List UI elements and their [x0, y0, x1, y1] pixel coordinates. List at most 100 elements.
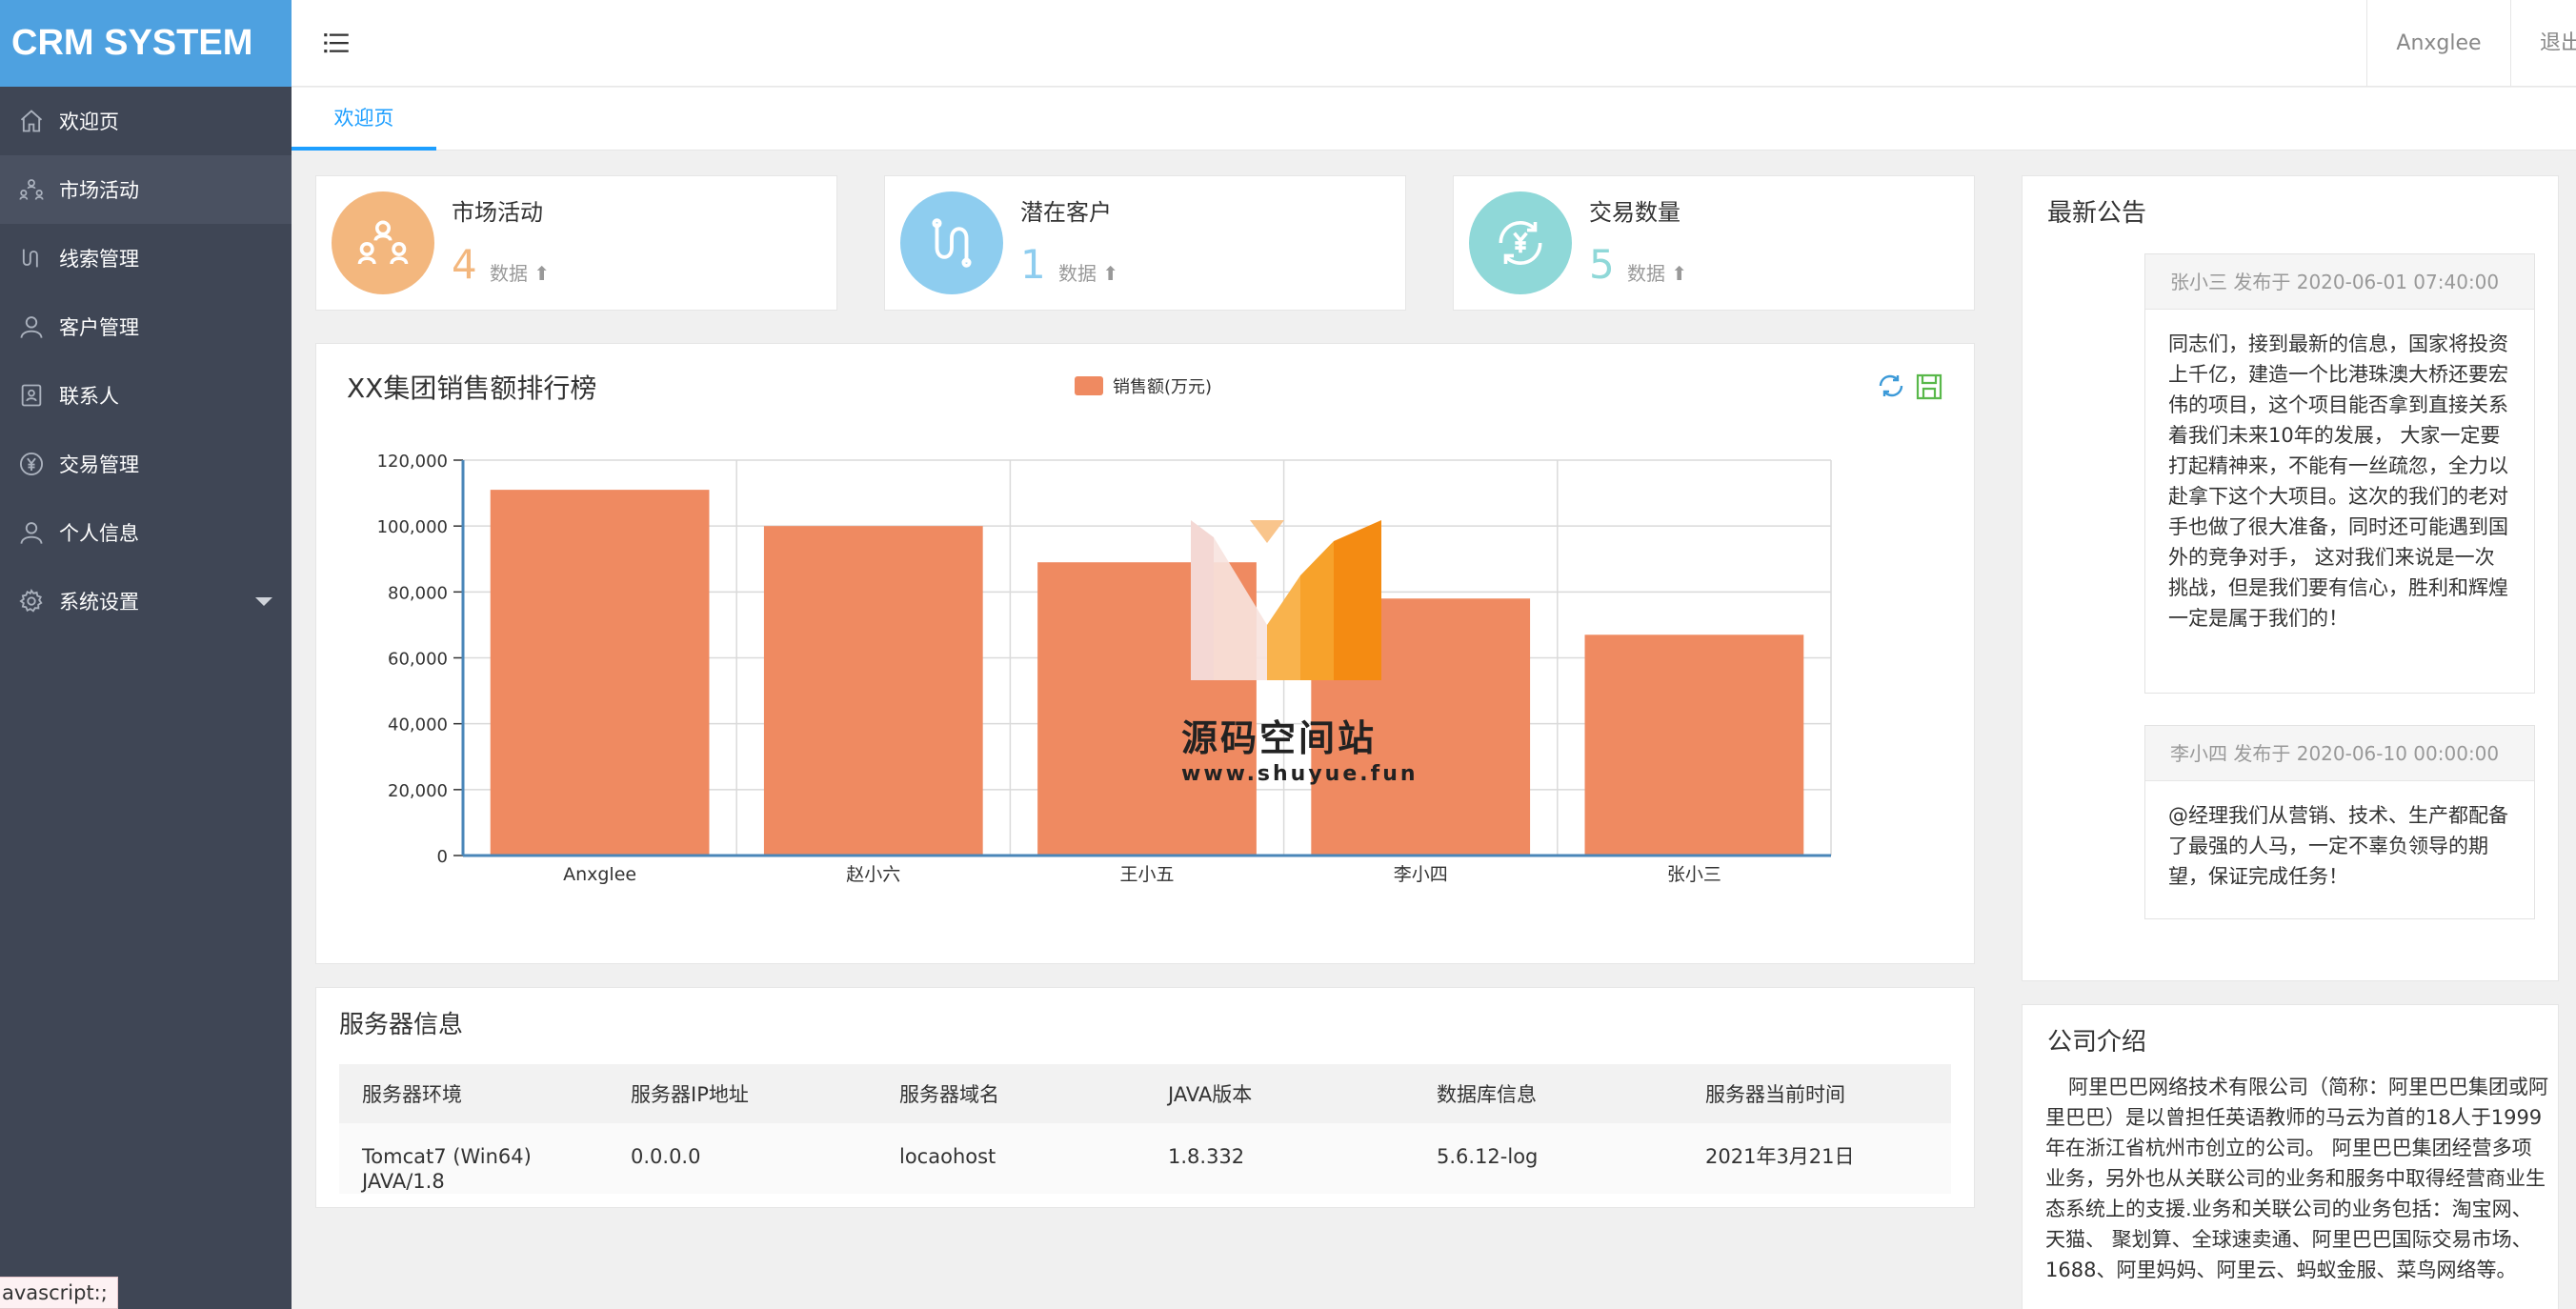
- watermark-url: www.shuyue.fun: [1181, 762, 1419, 786]
- notice-body: 同志们，接到最新的信息，国家将投资上千亿，建造一个比港珠澳大桥还要宏伟的项目，这…: [2168, 332, 2508, 630]
- stat-label-text: 数据: [1627, 262, 1665, 285]
- y-tick-label: 20,000: [388, 781, 448, 801]
- cell-text: Tomcat7 (Win64): [362, 1145, 532, 1168]
- table-cell: 5.6.12-log: [1414, 1123, 1682, 1194]
- arrow-up-icon: ⬆: [533, 262, 551, 285]
- sidebar: CRM SYSTEM 欢迎页 市场活动 线索管理 客户管理 联系人 交易管理 个…: [0, 0, 292, 1309]
- sidebar-item-clues[interactable]: 线索管理: [0, 224, 292, 292]
- user-icon: [17, 312, 46, 341]
- server-info-table: 服务器环境 服务器IP地址 服务器域名 JAVA版本 数据库信息 服务器当前时间…: [339, 1064, 1951, 1194]
- yuan-refresh-icon: [1469, 191, 1572, 294]
- sidebar-item-contacts[interactable]: 联系人: [0, 361, 292, 430]
- column-header: JAVA版本: [1145, 1064, 1414, 1123]
- stat-value: 5: [1589, 241, 1615, 288]
- sidebar-item-label: 个人信息: [59, 522, 139, 545]
- chart-title: XX集团销售额排行榜: [347, 373, 596, 404]
- x-tick-label: 张小三: [1667, 864, 1721, 885]
- stat-label-text: 数据: [490, 262, 528, 285]
- status-bar-url: avascript:;: [0, 1277, 118, 1309]
- server-info-card: 服务器信息 服务器环境 服务器IP地址 服务器域名 JAVA版本 数据库信息 服…: [315, 987, 1975, 1208]
- sidebar-item-label: 欢迎页: [59, 111, 119, 133]
- column-header: 服务器IP地址: [608, 1064, 876, 1123]
- notice-body: @经理我们从营销、技术、生产都配备了最强的人马，一定不辜负领导的期望，保证完成任…: [2168, 804, 2508, 888]
- user-icon: [17, 518, 46, 547]
- stat-value: 1: [1020, 241, 1046, 288]
- table-cell: Tomcat7 (Win64) JAVA/1.8: [339, 1123, 608, 1194]
- stat-label: 数据 ⬆: [1058, 258, 1118, 286]
- header-username[interactable]: Anxglee: [2366, 0, 2511, 87]
- sidebar-item-marketing[interactable]: 市场活动: [0, 155, 292, 224]
- sidebar-item-label: 客户管理: [59, 316, 139, 339]
- refresh-icon[interactable]: [1879, 374, 1903, 397]
- tab-bar: 欢迎页: [292, 88, 2576, 151]
- users-network-icon: [332, 191, 434, 294]
- logout-link[interactable]: 退出: [2540, 0, 2576, 87]
- x-tick-label: 赵小六: [846, 864, 900, 885]
- x-tick-label: 王小五: [1119, 864, 1174, 885]
- y-tick-label: 120,000: [377, 452, 448, 472]
- server-info-title: 服务器信息: [339, 1011, 464, 1039]
- notice-item[interactable]: 张小三 发布于 2020-06-01 07:40:00 同志们，接到最新的信息，…: [2144, 253, 2535, 694]
- sales-bar-chart: XX集团销售额排行榜 销售额(万元) 0 20,000 40,000 60,000 80,0…: [347, 373, 1942, 885]
- arrow-up-icon: ⬆: [1102, 262, 1119, 285]
- sidebar-item-profile[interactable]: 个人信息: [0, 498, 292, 567]
- column-header: 服务器当前时间: [1682, 1064, 1951, 1123]
- stat-title: 市场活动: [452, 199, 543, 226]
- column-header: 数据库信息: [1414, 1064, 1682, 1123]
- chevron-down-icon[interactable]: [255, 597, 272, 606]
- stat-label: 数据 ⬆: [490, 258, 550, 286]
- sales-chart-card: XX集团销售额排行榜 销售额(万元) 0 20,000 40,000 60,000 80,0…: [315, 343, 1975, 964]
- sidebar-item-label: 交易管理: [59, 453, 139, 476]
- table-cell: 0.0.0.0: [608, 1123, 876, 1194]
- stat-label-text: 数据: [1058, 262, 1097, 285]
- legend-swatch: [1075, 376, 1103, 395]
- column-header: 服务器环境: [339, 1064, 608, 1123]
- stat-card-marketing[interactable]: 市场活动 4 数据 ⬆: [315, 175, 837, 311]
- sidebar-item-settings[interactable]: 系统设置: [0, 567, 292, 635]
- notices-title: 最新公告: [2047, 199, 2147, 228]
- sidebar-item-label: 联系人: [59, 385, 119, 408]
- save-image-icon[interactable]: [1916, 373, 1942, 400]
- sidebar-item-welcome[interactable]: 欢迎页: [0, 87, 292, 155]
- stat-label: 数据 ⬆: [1627, 258, 1687, 286]
- stat-card-transactions[interactable]: 交易数量 5 数据 ⬆: [1453, 175, 1975, 311]
- company-intro-title: 公司介绍: [2047, 1028, 2147, 1057]
- table-row: Tomcat7 (Win64) JAVA/1.8 0.0.0.0 locaohos…: [339, 1123, 1951, 1194]
- arrow-up-icon: ⬆: [1671, 262, 1688, 285]
- y-tick-label: 0: [437, 847, 448, 867]
- stat-title: 潜在客户: [1020, 199, 1112, 226]
- table-cell: locaohost: [876, 1123, 1145, 1194]
- stat-card-leads[interactable]: 潜在客户 1 数据 ⬆: [884, 175, 1406, 311]
- column-header: 服务器域名: [876, 1064, 1145, 1123]
- chart-bar: [1584, 634, 1804, 856]
- users-network-icon: [17, 175, 46, 204]
- notice-meta: 李小四 发布于 2020-06-10 00:00:00: [2145, 726, 2534, 781]
- stat-value: 4: [452, 241, 477, 288]
- notice-meta: 张小三 发布于 2020-06-01 07:40:00: [2145, 254, 2534, 310]
- home-icon: [17, 107, 46, 135]
- menu-toggle-icon[interactable]: [320, 27, 352, 59]
- watermark-logo: [1191, 520, 1381, 680]
- sidebar-item-customers[interactable]: 客户管理: [0, 292, 292, 361]
- notices-card: 最新公告 张小三 发布于 2020-06-01 07:40:00 同志们，接到最…: [2022, 175, 2559, 981]
- cell-text: JAVA/1.8: [362, 1170, 445, 1193]
- notice-item[interactable]: 李小四 发布于 2020-06-10 00:00:00 @经理我们从营销、技术、…: [2144, 725, 2535, 919]
- app-logo: CRM SYSTEM: [0, 0, 292, 87]
- y-tick-label: 80,000: [388, 583, 448, 603]
- stat-title: 交易数量: [1589, 199, 1680, 226]
- table-cell: 1.8.332: [1145, 1123, 1414, 1194]
- legend-label: 销售额(万元): [1113, 377, 1212, 397]
- y-tick-label: 40,000: [388, 715, 448, 735]
- route-icon: [17, 244, 46, 272]
- table-header-row: 服务器环境 服务器IP地址 服务器域名 JAVA版本 数据库信息 服务器当前时间: [339, 1064, 1951, 1123]
- top-header: Anxglee 退出: [292, 0, 2576, 87]
- y-tick-label: 100,000: [377, 517, 448, 537]
- chart-bar: [763, 526, 983, 856]
- route-icon: [900, 191, 1003, 294]
- sidebar-item-label: 线索管理: [59, 248, 139, 271]
- table-cell: 2021年3月21日: [1682, 1123, 1951, 1194]
- company-intro-text: 阿里巴巴网络技术有限公司（简称：阿里巴巴集团或阿里巴巴）是以曾担任英语教师的马云…: [2045, 1076, 2548, 1281]
- tab-welcome[interactable]: 欢迎页: [292, 88, 436, 151]
- sidebar-item-transactions[interactable]: 交易管理: [0, 430, 292, 498]
- x-tick-label: 李小四: [1394, 864, 1448, 885]
